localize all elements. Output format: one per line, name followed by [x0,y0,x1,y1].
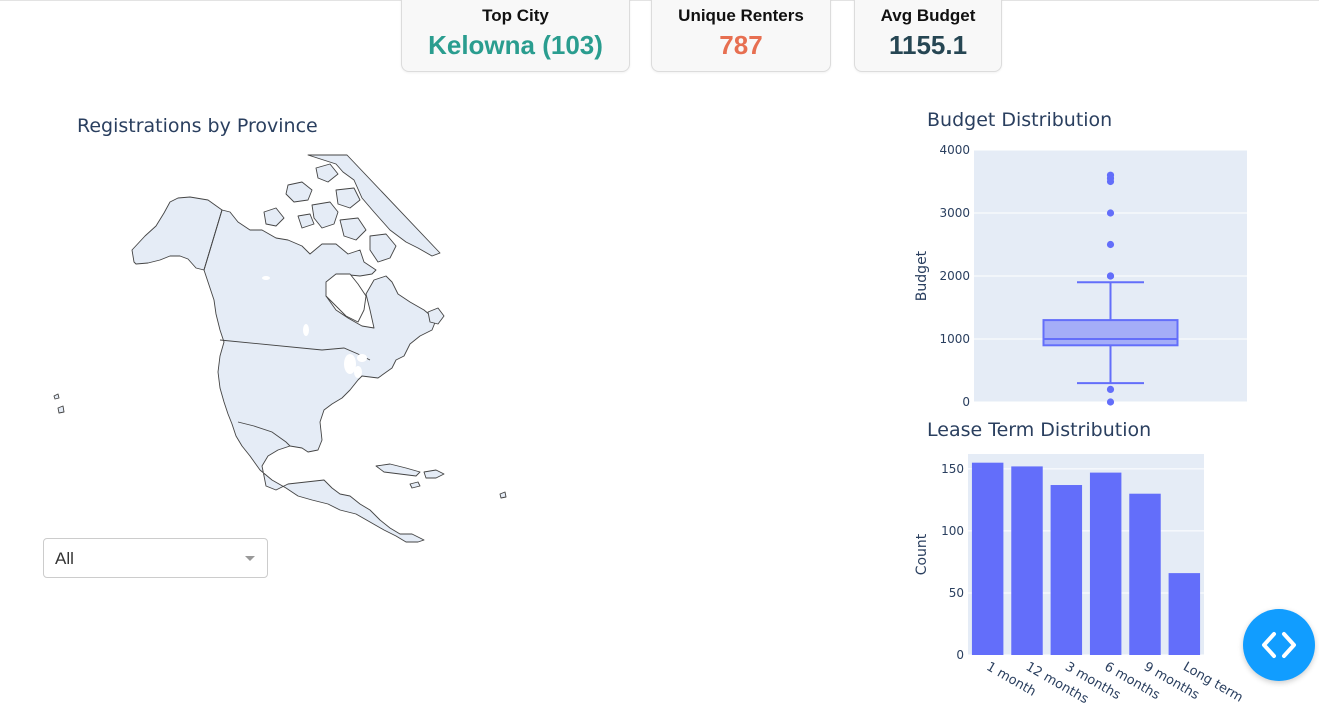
y-tick-label: 2000 [939,269,970,283]
hispaniola-shape [423,469,445,479]
arctic-island [285,181,313,203]
outlier-point [1106,272,1115,280]
north-america-map[interactable] [40,150,510,550]
kpi-value: Kelowna (103) [428,30,603,60]
outlier-point [1106,385,1115,393]
y-tick-label: 1000 [939,332,970,346]
arctic-island [263,207,285,227]
cuba-shape [375,463,421,477]
island-shape [57,405,65,414]
kpi-value: 787 [719,30,763,60]
iqr-box [1042,319,1179,347]
newfoundland-shape [427,307,445,325]
y-tick-label: 3000 [939,206,970,220]
arctic-island [339,217,367,241]
bar [1011,466,1043,655]
y-tick-label: 100 [941,524,964,538]
kpi-label: Top City [482,6,549,25]
plot-background [968,454,1204,655]
kpi-card-top-city: Top City Kelowna (103) [401,0,630,72]
lease-bar-chart[interactable]: 050100150Count1 month12 months3 months6 … [900,445,1260,703]
code-brackets-icon [1262,632,1296,658]
island-shape [499,491,507,499]
arctic-island [311,201,339,229]
y-axis-title: Budget [914,250,930,301]
bar [1089,472,1122,655]
y-axis-title: Count [914,533,930,575]
baffin-island [369,233,397,263]
kpi-card-unique-renters: Unique Renters 787 [651,0,831,72]
province-filter-dropdown[interactable]: All [43,538,268,578]
bar [1168,573,1201,655]
dropdown-selected-value: All [55,549,74,568]
y-tick-label: 150 [941,462,964,476]
island-shape [53,393,60,400]
outlier-point [1106,209,1115,217]
budget-chart-title: Budget Distribution [927,109,1113,131]
y-tick-label: 50 [949,586,964,600]
bar [1129,493,1161,655]
map-title: Registrations by Province [77,115,318,137]
kpi-label: Unique Renters [678,6,804,25]
arctic-island [335,187,361,209]
code-toggle-button[interactable] [1243,609,1315,681]
chevron-down-icon[interactable] [245,556,255,561]
bar [1050,485,1083,655]
arctic-island [315,163,339,183]
bar [971,462,1004,655]
outlier-point [1106,171,1115,179]
y-tick-label: 0 [956,648,964,662]
y-tick-label: 4000 [939,143,970,157]
outlier-point [1106,398,1115,406]
lease-chart-title: Lease Term Distribution [927,419,1152,441]
budget-box-chart[interactable]: 0 1000 2000 3000 4000 Budget [900,135,1260,415]
kpi-value: 1155.1 [888,30,968,60]
kpi-label: Avg Budget [880,6,976,25]
map-land [53,154,507,543]
continent-shape [203,209,437,543]
island-shape [409,481,421,489]
kpi-card-avg-budget: Avg Budget 1155.1 [854,0,1002,72]
arctic-island [297,213,315,229]
y-tick-label: 0 [962,395,970,409]
outlier-point [1106,240,1115,249]
